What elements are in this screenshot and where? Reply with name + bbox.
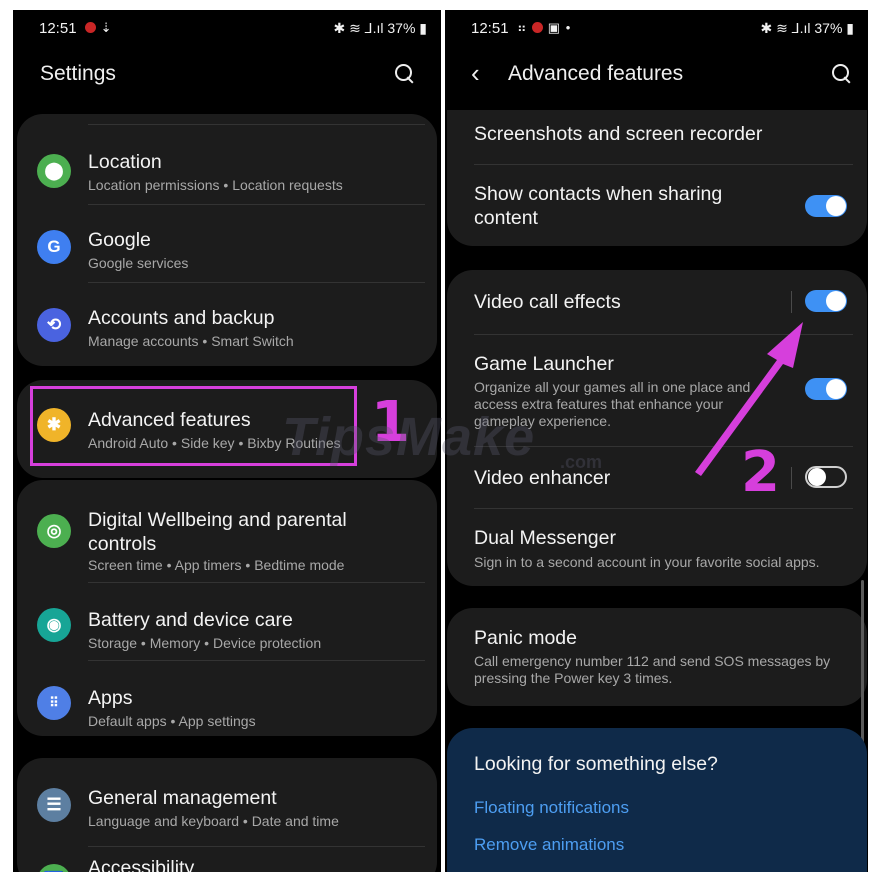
item-subtitle: Manage accounts • Smart Switch	[88, 333, 294, 349]
divider	[474, 508, 853, 509]
watermark-suffix: .com	[560, 452, 603, 472]
page-title: Advanced features	[508, 62, 684, 85]
item-subtitle: Storage • Memory • Device protection	[88, 635, 322, 651]
right-phone-screen: 12:51 ⠶ ▣ • ✱ ≋ ⅃.ıl 37% ▮ ‹ Advanced fe…	[445, 10, 868, 872]
annotation-number-1: 1	[371, 390, 410, 455]
settings-item-general-management[interactable]: ☰ General management Language and keyboa…	[17, 776, 437, 836]
apps-grid-icon: ⠿	[37, 686, 71, 720]
signal-icons: ✱ ≋ ⅃.ıl	[760, 20, 815, 36]
settings-item-location[interactable]: ⬤ Location Location permissions • Locati…	[17, 144, 437, 204]
divider	[88, 124, 425, 125]
item-subtitle: Screen time • App timers • Bedtime mode	[88, 557, 345, 573]
google-g-icon: G	[37, 230, 71, 264]
settings-item-digital-wellbeing[interactable]: ◎ Digital Wellbeing and parental control…	[17, 496, 437, 576]
app-notification-icon	[85, 22, 96, 33]
settings-item-google[interactable]: G Google Google services	[17, 220, 437, 280]
grid-icon: ⠶	[517, 20, 528, 35]
wellbeing-icon: ◎	[37, 514, 71, 548]
annotation-number-2: 2	[741, 440, 780, 505]
panic-mode-description: Call emergency number 112 and send SOS m…	[474, 653, 831, 686]
divider	[474, 164, 853, 165]
item-title: Digital Wellbeing and parental controls	[88, 509, 347, 555]
item-game-launcher[interactable]: Game Launcher	[474, 352, 614, 376]
item-subtitle: Default apps • App settings	[88, 713, 256, 729]
settings-group-3: ◎ Digital Wellbeing and parental control…	[17, 480, 437, 736]
divider	[88, 582, 425, 583]
page-title: Settings	[40, 62, 116, 85]
notification-icons: ⇣	[85, 20, 113, 36]
item-title: Apps	[88, 687, 133, 709]
left-phone-screen: 12:51 ⇣ ✱ ≋ ⅃.ıl 37% ▮ Settings ⬤ Locati…	[13, 10, 441, 872]
features-group-3: Panic mode Call emergency number 112 and…	[447, 608, 867, 706]
dual-messenger-description: Sign in to a second account in your favo…	[474, 554, 820, 570]
item-dual-messenger[interactable]: Dual Messenger	[474, 526, 616, 550]
upload-icon: ⇣	[100, 20, 113, 35]
link-remove-animations[interactable]: Remove animations	[474, 835, 624, 855]
settings-group-4: ☰ General management Language and keyboa…	[17, 758, 437, 872]
item-title: Battery and device care	[88, 609, 293, 631]
back-arrow-icon[interactable]: ‹	[471, 60, 480, 86]
image-icon: ▣	[547, 20, 562, 35]
item-title: Accounts and backup	[88, 307, 275, 329]
sliders-icon: ☰	[37, 788, 71, 822]
settings-item-accessibility[interactable]: ♿ Accessibility	[17, 854, 437, 872]
status-bar: 12:51 ⠶ ▣ • ✱ ≋ ⅃.ıl 37% ▮	[445, 10, 868, 48]
divider	[88, 660, 425, 661]
item-title: Google	[88, 229, 151, 251]
status-right: ✱ ≋ ⅃.ıl 37% ▮	[761, 20, 854, 37]
settings-item-battery-device-care[interactable]: ◉ Battery and device care Storage • Memo…	[17, 598, 437, 658]
status-right: ✱ ≋ ⅃.ıl 37% ▮	[334, 20, 427, 37]
divider	[88, 204, 425, 205]
app-notification-icon	[532, 22, 544, 33]
notification-icons: ⠶ ▣ •	[517, 20, 571, 36]
signal-icons: ✱ ≋ ⅃.ıl	[333, 20, 388, 36]
settings-item-apps[interactable]: ⠿ Apps Default apps • App settings	[17, 676, 437, 736]
status-bar: 12:51 ⇣ ✱ ≋ ⅃.ıl 37% ▮	[13, 10, 441, 48]
features-group-1: Screenshots and screen recorder Show con…	[447, 110, 867, 246]
item-panic-mode[interactable]: Panic mode	[474, 626, 577, 650]
link-floating-notifications[interactable]: Floating notifications	[474, 798, 629, 818]
item-title: Location	[88, 151, 162, 173]
divider	[88, 846, 425, 847]
search-icon[interactable]	[830, 62, 854, 86]
divider	[88, 282, 425, 283]
item-title: General management	[88, 787, 277, 809]
help-card: Looking for something else? Floating not…	[447, 728, 867, 872]
status-time: 12:51	[471, 20, 509, 37]
search-icon[interactable]	[393, 62, 417, 86]
device-care-icon: ◉	[37, 608, 71, 642]
item-screenshots-recorder[interactable]: Screenshots and screen recorder	[474, 122, 762, 146]
toggle-video-call-effects[interactable]	[805, 290, 847, 312]
sync-icon: ⟲	[37, 308, 71, 342]
settings-item-accounts-backup[interactable]: ⟲ Accounts and backup Manage accounts • …	[17, 298, 437, 358]
item-subtitle: Language and keyboard • Date and time	[88, 813, 339, 829]
battery-level: 37%	[814, 20, 843, 36]
battery-icon: ▮	[842, 20, 854, 36]
location-pin-icon: ⬤	[37, 154, 71, 188]
item-title: Accessibility	[88, 857, 195, 872]
item-video-call-effects[interactable]: Video call effects	[474, 290, 621, 314]
status-time: 12:51	[39, 20, 77, 37]
item-show-contacts-sharing[interactable]: Show contacts when sharing content	[474, 182, 764, 230]
item-subtitle: Google services	[88, 255, 189, 271]
battery-icon: ▮	[415, 20, 427, 36]
battery-level: 37%	[387, 20, 416, 36]
more-dot-icon: •	[565, 20, 572, 35]
item-subtitle: Location permissions • Location requests	[88, 177, 343, 193]
toggle-show-contacts[interactable]	[805, 195, 847, 217]
highlight-box-advanced-features	[30, 386, 357, 466]
accessibility-icon: ♿	[37, 864, 71, 872]
help-title: Looking for something else?	[474, 753, 718, 775]
settings-group-1: ⬤ Location Location permissions • Locati…	[17, 114, 437, 366]
